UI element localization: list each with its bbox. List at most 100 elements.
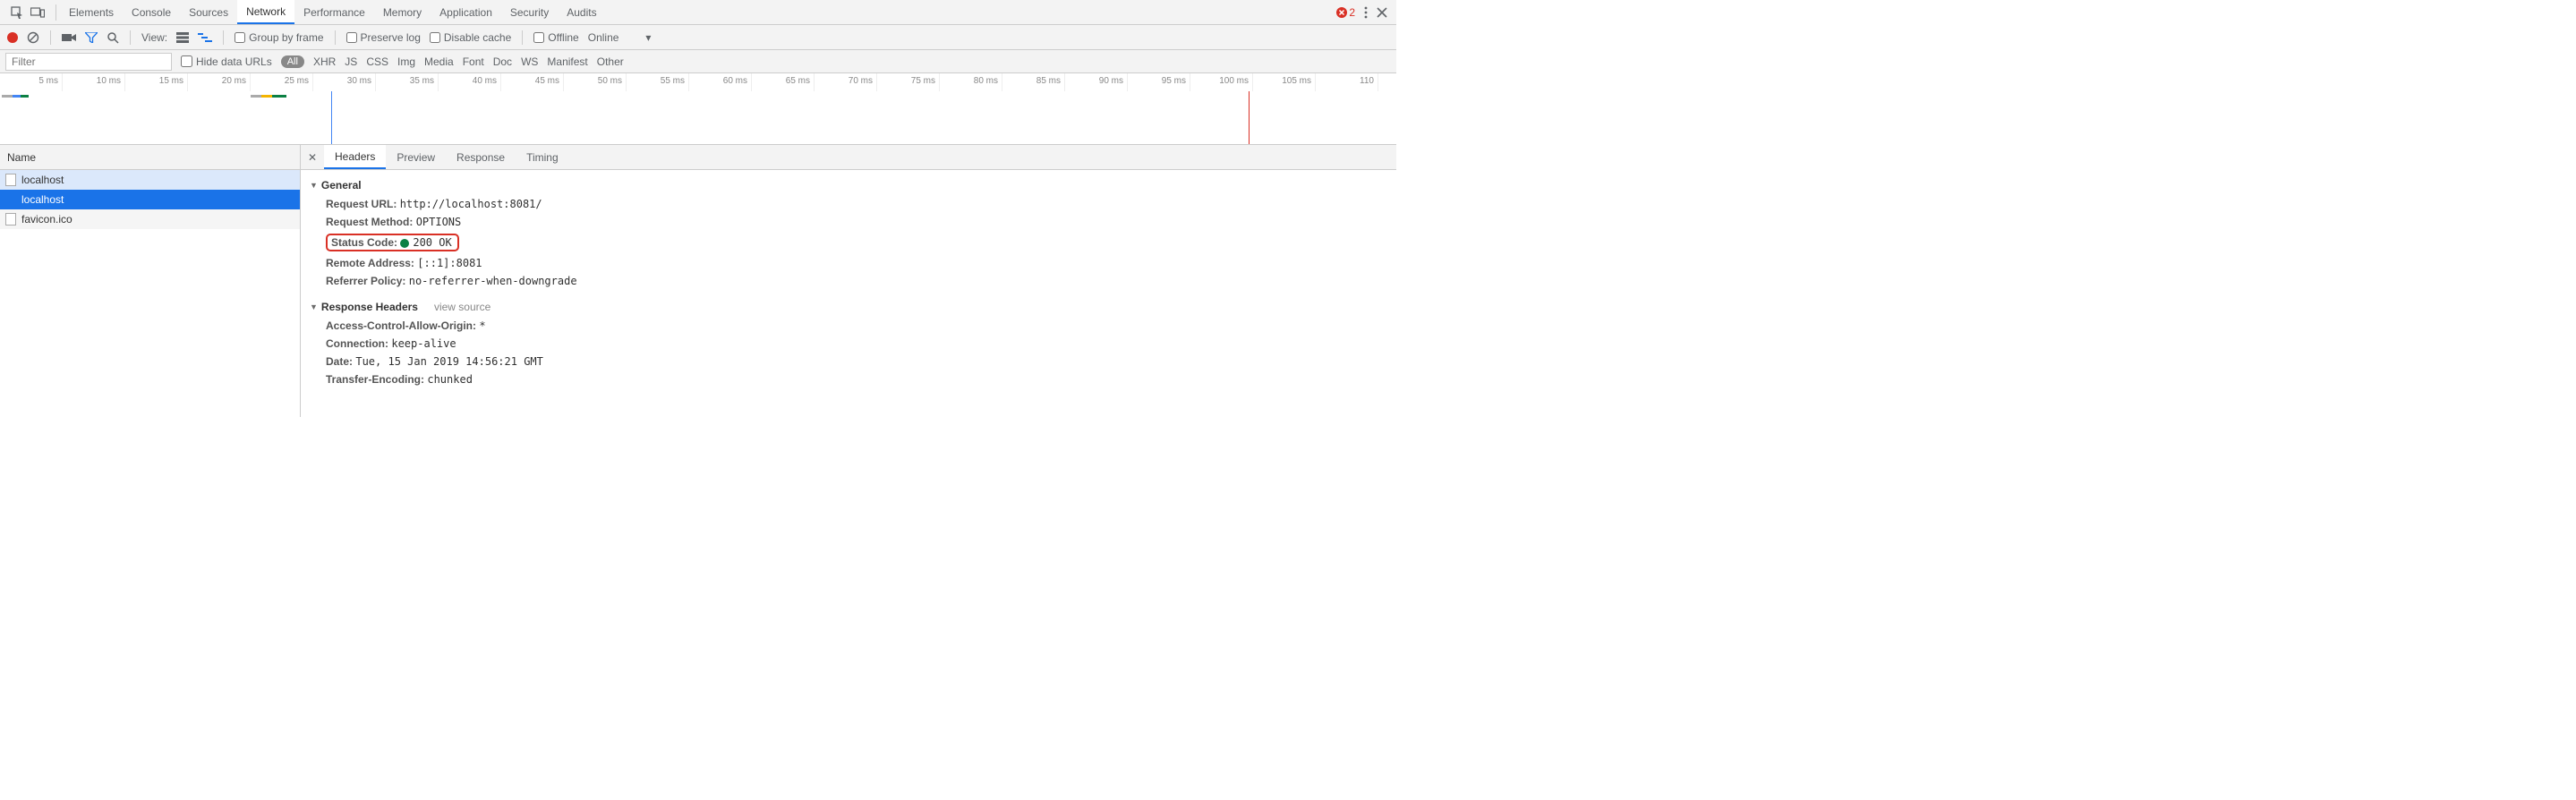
- tab-console[interactable]: Console: [123, 0, 180, 24]
- preserve-log-checkbox[interactable]: Preserve log: [346, 31, 421, 44]
- device-toggle-icon[interactable]: [30, 6, 45, 19]
- waterfall-icon[interactable]: [198, 32, 212, 43]
- tab-headers[interactable]: Headers: [324, 145, 386, 169]
- filter-icon[interactable]: [85, 32, 98, 43]
- timeline-tick: 70 ms: [815, 73, 877, 91]
- timeline-tick: 50 ms: [564, 73, 627, 91]
- tab-timing[interactable]: Timing: [516, 145, 569, 169]
- clear-icon[interactable]: [27, 31, 39, 44]
- large-rows-icon[interactable]: [176, 32, 189, 43]
- tab-performance[interactable]: Performance: [294, 0, 374, 24]
- timeline-tick: 85 ms: [1002, 73, 1065, 91]
- tab-application[interactable]: Application: [431, 0, 501, 24]
- timeline-tick: 40 ms: [439, 73, 501, 91]
- kv-remote-address: Remote Address: [::1]:8081: [310, 254, 1387, 272]
- preserve-log-label: Preserve log: [361, 31, 421, 44]
- request-row[interactable]: localhost: [0, 170, 300, 190]
- inspect-icon[interactable]: [11, 6, 23, 19]
- filter-input[interactable]: [5, 53, 172, 71]
- search-icon[interactable]: [107, 31, 119, 44]
- throttle-dropdown[interactable]: Online▾: [588, 31, 652, 44]
- disclosure-triangle-icon: ▼: [310, 181, 318, 190]
- timeline-bar: [251, 95, 286, 98]
- filter-type-other[interactable]: Other: [597, 55, 624, 68]
- timeline-tick: 45 ms: [501, 73, 564, 91]
- filter-type-manifest[interactable]: Manifest: [547, 55, 587, 68]
- value: keep-alive: [391, 337, 456, 350]
- filter-type-doc[interactable]: Doc: [493, 55, 512, 68]
- offline-label: Offline: [548, 31, 578, 44]
- disable-cache-checkbox[interactable]: Disable cache: [430, 31, 511, 44]
- timeline-tick: 105 ms: [1253, 73, 1316, 91]
- timeline-tick: 10 ms: [63, 73, 125, 91]
- panel-tabs: Elements Console Sources Network Perform…: [60, 0, 606, 24]
- tab-security[interactable]: Security: [501, 0, 558, 24]
- section-response-headers-label: Response Headers: [321, 301, 418, 313]
- request-row[interactable]: localhost: [0, 190, 300, 209]
- view-source-link[interactable]: view source: [434, 301, 490, 313]
- timeline-tick: 65 ms: [752, 73, 815, 91]
- record-button[interactable]: [7, 32, 18, 43]
- kv-request-method: Request Method: OPTIONS: [310, 213, 1387, 231]
- filter-type-xhr[interactable]: XHR: [313, 55, 336, 68]
- request-name: localhost: [21, 193, 64, 206]
- separator: [223, 30, 224, 45]
- tab-network[interactable]: Network: [237, 0, 294, 24]
- filter-type-ws[interactable]: WS: [521, 55, 538, 68]
- tab-memory[interactable]: Memory: [374, 0, 431, 24]
- timeline-tick: 5 ms: [0, 73, 63, 91]
- throttle-value: Online: [588, 31, 619, 44]
- request-list: Name localhost localhost favicon.ico: [0, 145, 301, 417]
- tab-sources[interactable]: Sources: [180, 0, 237, 24]
- kebab-menu-icon[interactable]: [1364, 6, 1368, 19]
- devtools-tabbar: Elements Console Sources Network Perform…: [0, 0, 1396, 25]
- timeline-bar: [2, 95, 29, 98]
- timeline-tick: 100 ms: [1190, 73, 1253, 91]
- tab-elements[interactable]: Elements: [60, 0, 123, 24]
- filter-type-css[interactable]: CSS: [366, 55, 388, 68]
- filter-type-font[interactable]: Font: [463, 55, 484, 68]
- filter-type-js[interactable]: JS: [345, 55, 357, 68]
- section-general[interactable]: ▼General: [310, 175, 1387, 195]
- value: OPTIONS: [416, 216, 462, 228]
- timeline-tick: 90 ms: [1065, 73, 1128, 91]
- timeline-domcontent-marker: [331, 91, 332, 144]
- timeline-tick: 30 ms: [313, 73, 376, 91]
- request-list-header[interactable]: Name: [0, 145, 300, 170]
- error-count[interactable]: 2: [1336, 6, 1355, 19]
- document-icon: [5, 193, 16, 206]
- network-toolbar: View: Group by frame Preserve log Disabl…: [0, 25, 1396, 50]
- request-name: localhost: [21, 174, 64, 186]
- kv-transfer-encoding: Transfer-Encoding: chunked: [310, 370, 1387, 388]
- group-by-frame-checkbox[interactable]: Group by frame: [235, 31, 323, 44]
- separator: [55, 4, 56, 21]
- timeline-tick: 80 ms: [940, 73, 1002, 91]
- timeline[interactable]: 5 ms 10 ms 15 ms 20 ms 25 ms 30 ms 35 ms…: [0, 73, 1396, 145]
- timeline-tick: 20 ms: [188, 73, 251, 91]
- group-by-frame-label: Group by frame: [249, 31, 323, 44]
- timeline-tick: 55 ms: [627, 73, 689, 91]
- filter-type-media[interactable]: Media: [424, 55, 454, 68]
- status-highlight-box: Status Code: 200 OK: [326, 234, 459, 251]
- close-details-icon[interactable]: ✕: [301, 145, 324, 169]
- offline-checkbox[interactable]: Offline: [533, 31, 578, 44]
- tab-preview[interactable]: Preview: [386, 145, 446, 169]
- key: Connection:: [326, 337, 388, 350]
- disclosure-triangle-icon: ▼: [310, 302, 318, 311]
- timeline-tick: 110: [1316, 73, 1378, 91]
- close-devtools-icon[interactable]: [1377, 7, 1387, 18]
- request-row[interactable]: favicon.ico: [0, 209, 300, 229]
- hide-data-urls-checkbox[interactable]: Hide data URLs: [181, 55, 272, 68]
- key: Request Method:: [326, 216, 413, 228]
- value: Tue, 15 Jan 2019 14:56:21 GMT: [355, 355, 543, 368]
- separator: [522, 30, 523, 45]
- key: Transfer-Encoding:: [326, 373, 424, 386]
- request-name: favicon.ico: [21, 213, 73, 226]
- value: 200 OK: [413, 236, 451, 249]
- section-response-headers[interactable]: ▼Response Headers view source: [310, 297, 1387, 317]
- filter-type-all[interactable]: All: [281, 55, 304, 68]
- filter-type-img[interactable]: Img: [397, 55, 415, 68]
- tab-audits[interactable]: Audits: [558, 0, 605, 24]
- camera-icon[interactable]: [62, 32, 76, 43]
- tab-response[interactable]: Response: [446, 145, 516, 169]
